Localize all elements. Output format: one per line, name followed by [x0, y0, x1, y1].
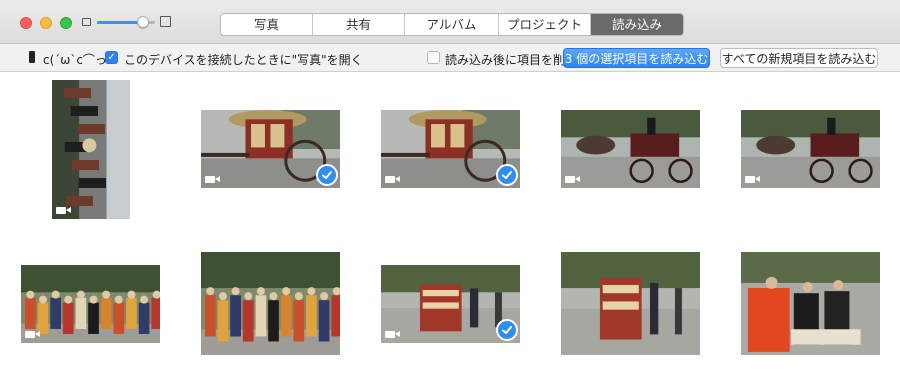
thumbnail-zoom-slider[interactable]: [82, 16, 172, 30]
tab-import[interactable]: 読み込み: [591, 14, 683, 35]
view-segmented-control: 写真 共有 アルバム プロジェクト 読み込み: [220, 13, 684, 36]
thumbnail-image: [21, 265, 160, 343]
import-thumbnail[interactable]: [21, 265, 160, 343]
delete-after-import-label[interactable]: 読み込み後に項目を削除: [445, 51, 577, 68]
thumbnail-image: [561, 110, 700, 188]
tab-shared[interactable]: 共有: [313, 14, 405, 35]
import-selected-button[interactable]: 3 個の選択項目を読み込む: [563, 48, 710, 68]
large-thumbnail-icon: [160, 16, 171, 27]
selected-checkmark-icon[interactable]: [496, 164, 518, 186]
import-thumbnail[interactable]: [381, 265, 520, 343]
thumbnail-image: [741, 110, 880, 188]
open-photos-label[interactable]: このデバイスを接続したときに"写真"を開く: [124, 51, 363, 68]
tab-albums[interactable]: アルバム: [405, 14, 499, 35]
import-thumbnail[interactable]: [201, 110, 340, 188]
import-toolbar: c(´ω`c⌒っ ✓ このデバイスを接続したときに"写真"を開く 読み込み後に項…: [0, 44, 900, 72]
thumbnail-image: [201, 252, 340, 355]
import-thumbnail[interactable]: [52, 80, 130, 219]
device-name: c(´ω`c⌒っ: [43, 53, 107, 67]
iphone-icon: [29, 51, 35, 63]
import-all-new-button[interactable]: すべての新規項目を読み込む: [720, 48, 878, 68]
small-thumbnail-icon: [82, 18, 91, 26]
import-thumbnail[interactable]: [741, 110, 880, 188]
thumbnail-image: [561, 252, 700, 355]
delete-after-import-checkbox[interactable]: [427, 51, 440, 64]
selected-checkmark-icon[interactable]: [496, 319, 518, 341]
close-window-button[interactable]: [20, 17, 32, 29]
video-camera-icon: [385, 175, 401, 184]
video-camera-icon: [745, 175, 761, 184]
zoom-knob[interactable]: [137, 16, 150, 28]
video-camera-icon: [205, 175, 221, 184]
video-camera-icon: [56, 206, 72, 215]
thumbnail-image: [741, 252, 880, 355]
import-thumbnail-grid: [0, 73, 900, 374]
import-thumbnail[interactable]: [561, 110, 700, 188]
open-photos-checkbox[interactable]: ✓: [105, 51, 118, 64]
import-thumbnail[interactable]: [561, 252, 700, 355]
thumbnail-image: [52, 80, 130, 219]
tab-photos[interactable]: 写真: [221, 14, 313, 35]
fullscreen-window-button[interactable]: [60, 17, 72, 29]
import-thumbnail[interactable]: [381, 110, 520, 188]
photos-import-window: 写真 共有 アルバム プロジェクト 読み込み c(´ω`c⌒っ ✓ このデバイス…: [0, 0, 900, 374]
import-thumbnail[interactable]: [201, 252, 340, 355]
video-camera-icon: [385, 330, 401, 339]
title-bar: 写真 共有 アルバム プロジェクト 読み込み: [0, 0, 900, 44]
import-thumbnail[interactable]: [741, 252, 880, 355]
minimize-window-button[interactable]: [40, 17, 52, 29]
selected-checkmark-icon[interactable]: [316, 164, 338, 186]
video-camera-icon: [25, 330, 41, 339]
video-camera-icon: [565, 175, 581, 184]
tab-projects[interactable]: プロジェクト: [499, 14, 591, 35]
